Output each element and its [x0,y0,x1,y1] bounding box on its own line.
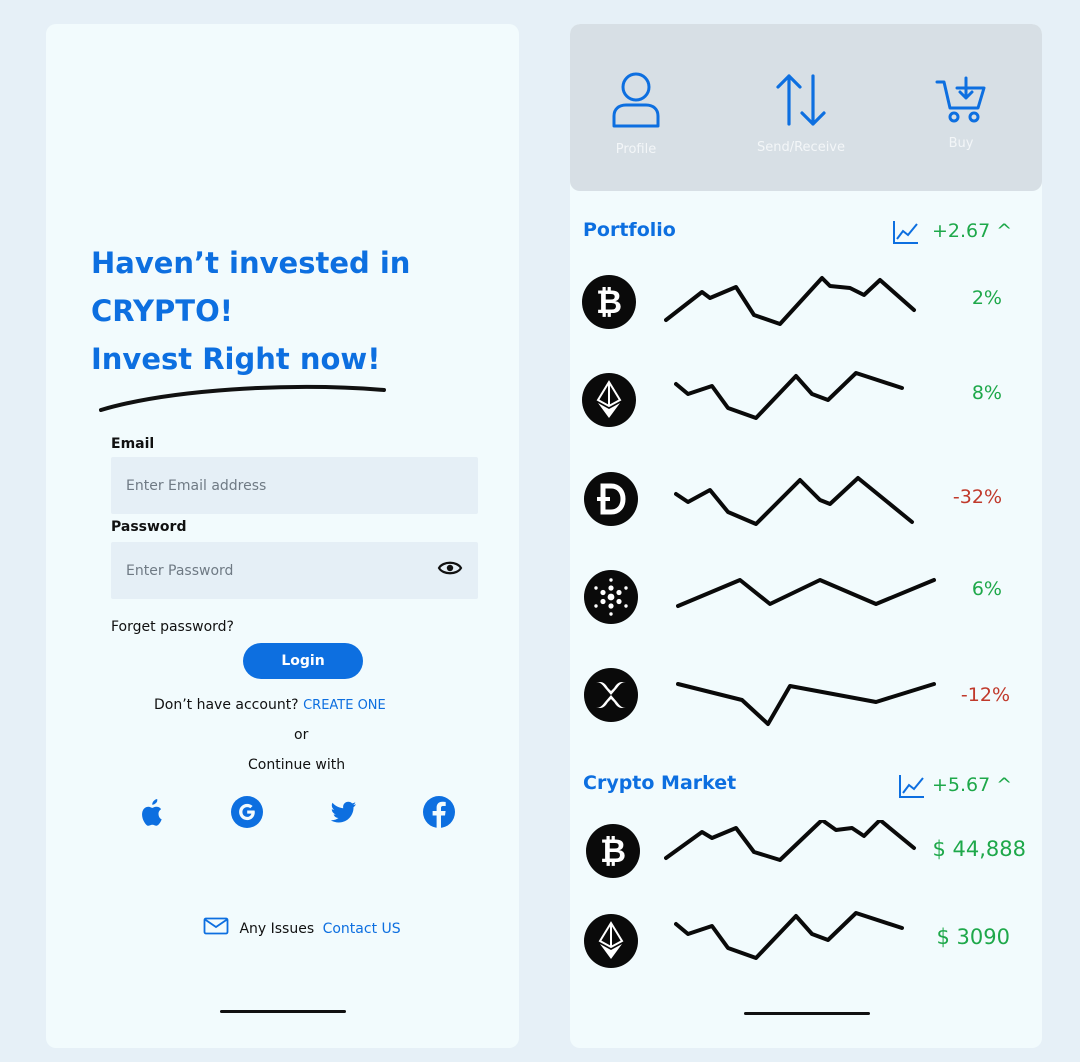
action-bar: Profile Send/Receive Buy [570,24,1042,191]
apple-icon[interactable] [133,794,169,830]
cardano-icon [584,570,638,624]
headline-line-1: Haven’t invested in [91,246,411,280]
ethereum-icon [582,373,636,427]
dash-icon [584,472,638,526]
signup-prompt: Don’t have account? CREATE ONE [154,697,386,713]
cart-icon [935,76,986,123]
home-indicator [744,1012,870,1015]
no-account-text: Don’t have account? [154,697,299,713]
headline-line-3: Invest Right now! [91,342,381,376]
market-change: +5.67 ^ [932,774,1013,796]
continue-with-text: Continue with [248,757,346,773]
row-value: -32% [952,486,1002,508]
profile-button[interactable]: Profile [576,70,696,157]
wallet-card: Profile Send/Receive Buy Portfolio +2.67… [570,24,1042,1048]
password-label: Password [111,519,187,535]
facebook-icon[interactable] [421,794,457,830]
row-value: 8% [971,382,1002,404]
sparkline [664,276,916,326]
buy-label: Buy [948,136,974,151]
chart-trend-icon [899,775,924,798]
buy-button[interactable]: Buy [901,76,1021,151]
password-field[interactable] [111,542,478,599]
any-issues-text: Any Issues [239,921,315,937]
headline-line-2: CRYPTO! [91,294,233,328]
sparkline [674,476,914,526]
send-receive-icon [776,74,826,126]
row-value: $ 44,888 [932,837,1026,861]
login-button[interactable]: Login [243,643,363,679]
ripple-icon [584,668,638,722]
email-field[interactable] [111,457,478,514]
sparkline [674,911,904,960]
google-icon[interactable] [229,794,265,830]
bitcoin-icon: ₿ [582,275,636,329]
profile-icon [612,72,660,128]
bitcoin-icon: ₿ [586,824,640,878]
row-value: 6% [971,578,1002,600]
portfolio-change: +2.67 ^ [932,220,1013,242]
support-row: Any Issues Contact US [203,917,401,937]
or-text: or [294,727,309,743]
send-receive-button[interactable]: Send/Receive [741,72,861,155]
sparkline [676,682,936,726]
row-value: 2% [971,287,1002,309]
forgot-password-link[interactable]: Forget password? [111,619,234,635]
row-value: -12% [960,684,1010,706]
portfolio-title: Portfolio [583,219,676,241]
mail-icon [203,917,229,935]
login-card: Haven’t invested in CRYPTO! Invest Right… [46,24,519,1048]
profile-label: Profile [615,142,657,157]
home-indicator [220,1010,346,1013]
send-receive-label: Send/Receive [756,140,846,155]
underline-swoosh [99,384,386,412]
row-value: $ 3090 [936,925,1010,949]
svg-text:₿: ₿ [596,283,622,321]
sparkline [676,578,936,608]
create-account-link[interactable]: CREATE ONE [303,698,386,713]
svg-text:₿: ₿ [600,832,626,870]
ethereum-icon [584,914,638,968]
market-title: Crypto Market [583,772,737,794]
twitter-icon[interactable] [325,794,361,830]
email-label: Email [111,436,155,452]
chart-trend-icon [893,221,918,244]
sparkline [674,371,904,420]
eye-icon[interactable] [437,559,463,577]
sparkline [664,820,916,862]
contact-us-link[interactable]: Contact US [323,921,401,937]
